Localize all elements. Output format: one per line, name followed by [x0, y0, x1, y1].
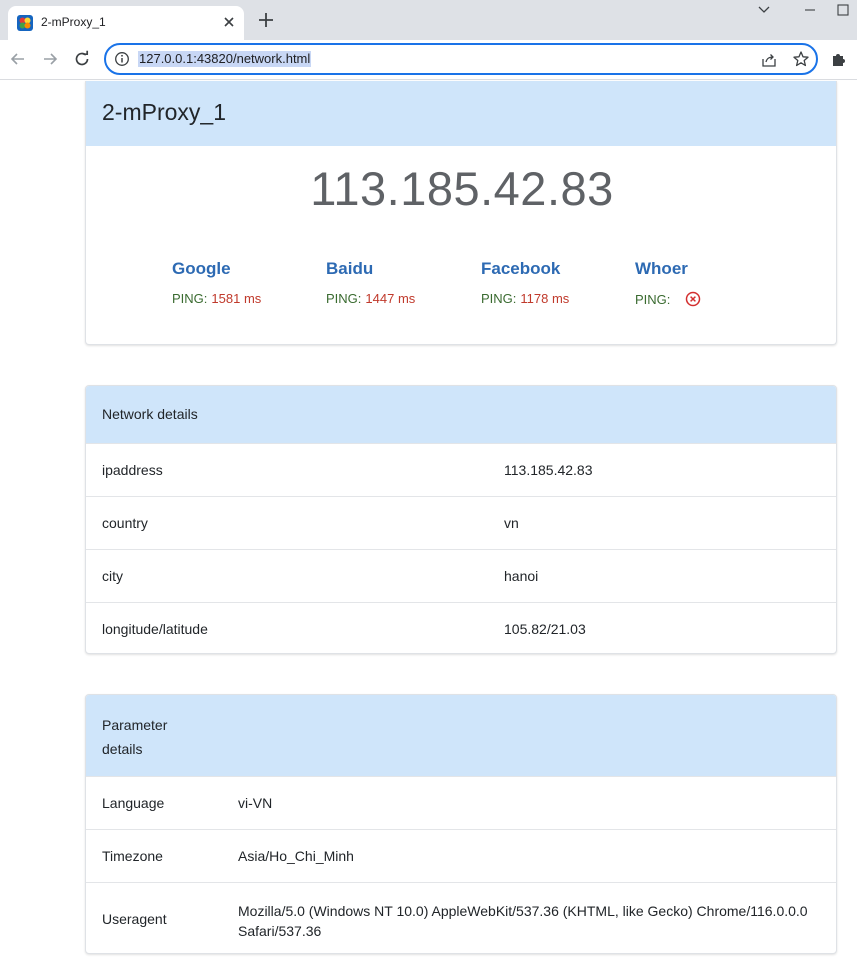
browser-tab[interactable]: 2-mProxy_1	[8, 6, 244, 40]
table-row: Useragent Mozilla/5.0 (Windows NT 10.0) …	[86, 882, 836, 953]
proxy-header: 2-mProxy_1	[86, 81, 836, 146]
row-key: longitude/latitude	[102, 621, 208, 637]
parameter-details-header: Parameter details	[86, 695, 836, 776]
table-row: city hanoi	[86, 549, 836, 602]
fail-circle-x-icon	[686, 291, 701, 307]
info-icon[interactable]	[114, 51, 130, 67]
ping-line: PING:	[635, 291, 785, 307]
row-key: ipaddress	[102, 462, 163, 478]
maximize-icon[interactable]	[836, 0, 857, 22]
ping-label: PING:	[172, 291, 208, 306]
row-value: Mozilla/5.0 (Windows NT 10.0) AppleWebKi…	[238, 903, 808, 939]
site-link-facebook[interactable]: Facebook	[481, 259, 631, 279]
row-value: vn	[504, 515, 519, 531]
row-key: city	[102, 568, 123, 584]
table-row: country vn	[86, 496, 836, 549]
favicon-icon	[17, 15, 33, 31]
row-key: Useragent	[102, 911, 167, 927]
share-icon[interactable]	[760, 51, 778, 69]
back-arrow-icon[interactable]	[8, 49, 28, 69]
ping-label: PING:	[635, 291, 671, 307]
table-row: Language vi-VN	[86, 776, 836, 829]
row-value: 105.82/21.03	[504, 621, 586, 637]
ping-line: PING: 1178 ms	[481, 291, 631, 306]
url-text[interactable]: 127.0.0.1:43820/network.html	[138, 51, 312, 67]
address-bar[interactable]: 127.0.0.1:43820/network.html	[104, 43, 818, 75]
chevron-down-icon[interactable]	[744, 0, 784, 22]
parameter-details-title: Parameter details	[102, 717, 168, 757]
puzzle-icon[interactable]	[830, 50, 848, 68]
table-row: Timezone Asia/Ho_Chi_Minh	[86, 829, 836, 882]
plus-icon[interactable]	[256, 10, 276, 30]
table-row: ipaddress 113.185.42.83	[86, 443, 836, 496]
row-key: country	[102, 515, 148, 531]
site-link-baidu[interactable]: Baidu	[326, 259, 476, 279]
browser-toolbar: 127.0.0.1:43820/network.html	[0, 40, 857, 80]
proxy-summary-card: 2-mProxy_1 113.185.42.83 Google PING: 15…	[85, 81, 837, 345]
ping-value: 1178 ms	[520, 291, 570, 306]
site-google: Google PING: 1581 ms	[172, 259, 322, 306]
row-value: hanoi	[504, 568, 539, 584]
network-details-card: Network details ipaddress 113.185.42.83 …	[85, 385, 837, 654]
tab-strip: 2-mProxy_1	[0, 0, 857, 40]
network-details-title: Network details	[102, 406, 198, 422]
row-value: vi-VN	[238, 795, 273, 811]
row-key: Language	[102, 795, 165, 811]
site-baidu: Baidu PING: 1447 ms	[326, 259, 476, 306]
close-icon[interactable]	[220, 13, 238, 31]
ping-label: PING:	[481, 291, 517, 306]
site-link-whoer[interactable]: Whoer	[635, 259, 785, 279]
reload-icon[interactable]	[72, 49, 92, 69]
forward-arrow-icon[interactable]	[40, 49, 60, 69]
ping-label: PING:	[326, 291, 362, 306]
table-row: longitude/latitude 105.82/21.03	[86, 602, 836, 653]
row-value: Asia/Ho_Chi_Minh	[238, 848, 354, 864]
ip-address-display: 113.185.42.83	[310, 162, 614, 215]
proxy-name: 2-mProxy_1	[102, 99, 226, 125]
ping-line: PING: 1581 ms	[172, 291, 322, 306]
minimize-icon[interactable]	[790, 0, 830, 22]
row-key: Timezone	[102, 848, 163, 864]
parameter-details-card: Parameter details Language vi-VN Timezon…	[85, 694, 837, 954]
ping-value: 1581 ms	[211, 291, 262, 306]
site-whoer: Whoer PING:	[635, 259, 785, 307]
star-icon[interactable]	[792, 50, 810, 68]
ping-line: PING: 1447 ms	[326, 291, 476, 306]
site-link-google[interactable]: Google	[172, 259, 322, 279]
network-details-header: Network details	[86, 386, 836, 443]
site-facebook: Facebook PING: 1178 ms	[481, 259, 631, 306]
ping-value: 1447 ms	[365, 291, 416, 306]
tab-title: 2-mProxy_1	[41, 15, 106, 29]
row-value: 113.185.42.83	[504, 462, 593, 478]
